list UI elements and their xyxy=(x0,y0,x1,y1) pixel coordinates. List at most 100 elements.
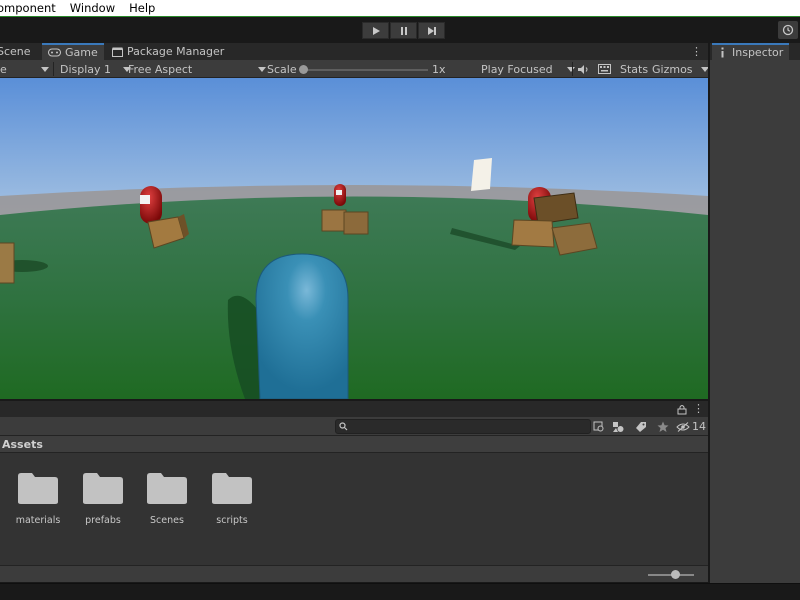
player-capsule xyxy=(255,253,349,399)
tab-label: Package Manager xyxy=(127,45,225,58)
keyboard-icon xyxy=(598,64,611,74)
chevron-down-icon xyxy=(40,66,49,72)
display-label: Display 1 xyxy=(60,62,112,76)
separator xyxy=(572,62,573,76)
filter-by-label-button[interactable] xyxy=(633,419,649,434)
scale-slider-track[interactable] xyxy=(302,69,428,71)
folder-label: Scenes xyxy=(150,515,184,526)
chevron-down-icon xyxy=(258,66,267,72)
play-icon xyxy=(372,26,380,35)
star-icon xyxy=(657,421,669,432)
folder-scripts[interactable]: scripts xyxy=(202,471,262,526)
search-filter-icon xyxy=(593,421,604,431)
keyboard-shortcuts-button[interactable] xyxy=(598,62,611,76)
stats-button[interactable]: Stats xyxy=(620,62,648,76)
step-icon xyxy=(427,26,436,35)
more-options-icon[interactable]: ⋮ xyxy=(691,45,702,58)
tab-label: Scene xyxy=(0,45,31,58)
crate xyxy=(321,209,347,232)
more-options-icon[interactable]: ⋮ xyxy=(693,402,704,415)
search-icon xyxy=(339,422,348,431)
tag-icon xyxy=(636,421,646,432)
eye-hidden-icon xyxy=(676,421,690,432)
search-by-type-button[interactable] xyxy=(591,419,607,434)
pause-button[interactable] xyxy=(390,22,417,39)
favorites-button[interactable] xyxy=(655,419,671,434)
menu-item-component[interactable]: omponent xyxy=(0,1,63,15)
step-button[interactable] xyxy=(418,22,445,39)
game-mode-label: e xyxy=(0,62,7,76)
aspect-label: Free Aspect xyxy=(128,62,193,76)
history-icon xyxy=(782,24,794,36)
crate xyxy=(343,211,369,235)
scale-label: Scale xyxy=(267,62,297,76)
tab-game[interactable]: Game xyxy=(42,43,104,60)
enemy-visor xyxy=(140,195,150,204)
gizmos-label: Gizmos xyxy=(652,62,693,76)
undo-history-button[interactable] xyxy=(778,21,798,39)
folder-label: scripts xyxy=(216,515,248,526)
floating-card xyxy=(471,158,492,191)
folder-icon xyxy=(18,473,58,504)
tab-inspector[interactable]: Inspector xyxy=(712,43,790,60)
gamepad-icon xyxy=(48,48,61,57)
lock-icon[interactable] xyxy=(677,404,687,415)
unity-editor-window: omponent Window Help Scene Game Package … xyxy=(0,0,800,600)
tab-package-manager[interactable]: Package Manager xyxy=(112,43,224,60)
inspector-panel xyxy=(710,60,800,583)
package-icon xyxy=(112,47,123,57)
crate xyxy=(511,219,555,248)
menu-item-window[interactable]: Window xyxy=(63,1,122,15)
scale-value: 1x xyxy=(432,62,446,76)
scale-slider-handle[interactable] xyxy=(299,65,308,74)
project-search-input[interactable] xyxy=(335,419,591,434)
status-bar xyxy=(0,583,800,600)
display-dropdown[interactable]: Display 1 xyxy=(60,62,132,76)
play-controls xyxy=(362,22,445,39)
play-mode-label: Play Focused xyxy=(481,62,553,76)
assets-breadcrumb: Assets xyxy=(0,436,708,453)
project-tab-bar: ⋮ xyxy=(0,400,708,417)
game-view-viewport[interactable] xyxy=(0,78,708,399)
game-mode-dropdown[interactable]: e xyxy=(0,62,49,76)
folder-icon xyxy=(212,473,252,504)
game-render xyxy=(0,78,708,399)
icon-size-slider-handle[interactable] xyxy=(671,570,680,579)
separator xyxy=(53,62,54,76)
game-view-toolbar: e Display 1 Free Aspect Scale 1x Play Fo… xyxy=(0,60,709,78)
folder-icon xyxy=(83,473,123,504)
tab-label: Game xyxy=(65,46,98,59)
info-icon xyxy=(721,47,724,58)
assets-grid: materials prefabs Scenes scripts xyxy=(0,453,708,565)
menu-item-help[interactable]: Help xyxy=(122,1,162,15)
tab-label: Inspector xyxy=(732,46,784,59)
filter-by-type-button[interactable] xyxy=(610,419,626,434)
folder-icon xyxy=(147,473,187,504)
inspector-tab-bar: Inspector xyxy=(710,43,800,60)
gizmos-button[interactable]: Gizmos xyxy=(652,62,709,76)
tab-scene[interactable]: Scene xyxy=(0,43,31,60)
chevron-down-icon xyxy=(566,66,575,72)
aspect-dropdown[interactable]: Free Aspect xyxy=(128,62,267,76)
project-search-bar: 14 xyxy=(0,417,708,436)
main-toolbar xyxy=(0,18,800,42)
assets-title[interactable]: Assets xyxy=(2,438,43,451)
pause-icon xyxy=(400,26,407,35)
crate xyxy=(0,242,15,284)
hidden-packages-toggle[interactable]: 14 xyxy=(676,419,706,434)
enemy-capsule xyxy=(140,186,162,224)
folder-scenes[interactable]: Scenes xyxy=(137,471,197,526)
speaker-icon xyxy=(578,64,588,74)
menu-bar: omponent Window Help xyxy=(0,0,800,17)
play-mode-dropdown[interactable]: Play Focused xyxy=(481,62,575,76)
folder-label: prefabs xyxy=(85,515,121,526)
folder-materials[interactable]: materials xyxy=(8,471,68,526)
view-tab-bar: Scene Game Package Manager ⋮ xyxy=(0,43,708,60)
mute-audio-button[interactable] xyxy=(577,62,590,76)
folder-label: materials xyxy=(15,515,61,526)
project-footer xyxy=(0,565,708,582)
hidden-packages-count: 14 xyxy=(692,420,706,433)
enemy-visor xyxy=(336,190,342,195)
play-button[interactable] xyxy=(362,22,389,39)
folder-prefabs[interactable]: prefabs xyxy=(73,471,133,526)
